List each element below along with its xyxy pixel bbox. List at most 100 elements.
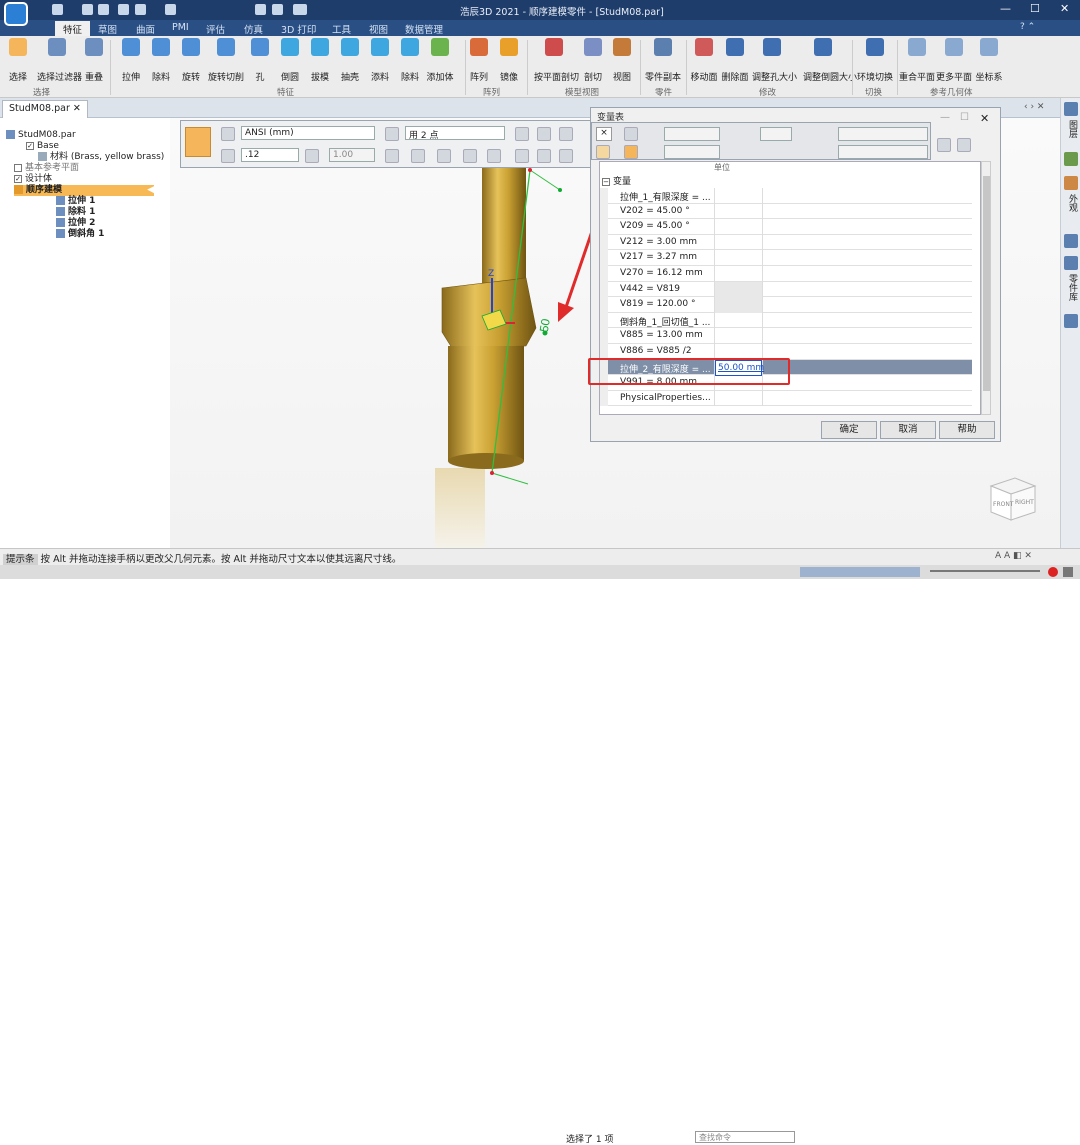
variable-value[interactable] (714, 250, 763, 266)
tree-item-base[interactable]: ✓ Base (26, 141, 59, 152)
view-cube[interactable]: FRONT RIGHT (985, 470, 1043, 526)
measure-mode-select[interactable]: 用 2 点 (405, 126, 505, 140)
dimension-handle[interactable] (528, 168, 532, 172)
tab-nav-icon[interactable]: ‹ › ✕ (1024, 102, 1044, 112)
variable-value[interactable] (714, 234, 763, 251)
value-field[interactable] (760, 127, 792, 141)
diameter-icon[interactable] (487, 149, 501, 163)
tree-item-design-body[interactable]: ✓ 设计体 (14, 174, 52, 185)
minimize-icon[interactable]: — (940, 112, 950, 123)
range-select[interactable] (664, 145, 720, 159)
tree-item-extrude-1[interactable]: 拉伸 1 (56, 196, 95, 207)
variable-icon[interactable] (596, 145, 610, 159)
ribbon-button[interactable]: 环境切换 (855, 38, 895, 83)
ribbon-button[interactable]: 重叠 (74, 38, 114, 83)
lock-icon[interactable] (221, 149, 235, 163)
collapse-icon[interactable]: − (602, 177, 610, 186)
measure-icon[interactable] (255, 4, 266, 15)
variable-value[interactable] (714, 281, 763, 298)
ribbon-button[interactable]: 镜像 (489, 38, 529, 83)
command-search-input[interactable]: 查找命令 (695, 1131, 795, 1143)
run-icon[interactable] (293, 4, 307, 15)
view-tools-icon[interactable] (800, 567, 920, 577)
pin-icon[interactable]: ◀ (147, 185, 154, 196)
chain-icon[interactable] (559, 149, 573, 163)
linear-icon[interactable] (437, 149, 451, 163)
dialog-close-button[interactable]: ✕ (980, 112, 989, 125)
checkbox[interactable]: ✓ (26, 141, 34, 150)
variable-row[interactable]: PhysicalProperties... (600, 390, 972, 407)
dimension-handle[interactable] (490, 471, 494, 475)
variable-row[interactable]: V209 = 45.00 ° (600, 219, 972, 235)
ribbon-button[interactable]: 视图 (602, 38, 642, 83)
variable-row[interactable]: V270 = 16.12 mm (600, 266, 972, 282)
variable-row[interactable]: V202 = 45.00 ° (600, 203, 972, 220)
settings-icon[interactable] (1064, 314, 1078, 328)
variable-value[interactable] (714, 203, 763, 220)
scrollbar[interactable] (981, 161, 991, 415)
tools-icon[interactable] (272, 4, 283, 15)
minimize-button[interactable]: — (1000, 2, 1011, 15)
tab-3d-print[interactable]: 3D 打印 (281, 22, 316, 36)
open-file-icon[interactable] (82, 4, 93, 15)
scale-select[interactable]: 1.00 (329, 148, 375, 162)
sidebar-tab-layers[interactable]: 图层 (1066, 120, 1079, 138)
new-file-icon[interactable] (52, 4, 63, 15)
app-logo-icon[interactable] (4, 2, 28, 26)
tree-root[interactable]: StudM08.par (6, 130, 76, 141)
print-icon[interactable] (118, 4, 129, 15)
tree-item-material[interactable]: 材料 (Brass, yellow brass) (38, 152, 164, 163)
help-button[interactable]: 帮助 (939, 421, 995, 439)
dimension-style-icon[interactable] (221, 127, 235, 141)
tree-item-extrude-2[interactable]: 拉伸 2 (56, 218, 95, 229)
maximize-button[interactable]: ☐ (1030, 2, 1040, 15)
help-icon[interactable]: ? ⌃ (1020, 22, 1035, 32)
tab-evaluate[interactable]: 评估 (206, 22, 225, 36)
horizontal-icon[interactable] (385, 149, 399, 163)
variable-row[interactable]: V819 = 120.00 ° (600, 297, 972, 313)
import-icon[interactable] (957, 138, 971, 152)
cancel-button[interactable]: 取消 (880, 421, 936, 439)
tree-item-cut-1[interactable]: 除料 1 (56, 207, 95, 218)
variable-row[interactable]: 倒斜角_1_回切值_1 ... (600, 312, 972, 329)
angle-icon[interactable] (411, 149, 425, 163)
ribbon-button[interactable]: 删除面 (715, 38, 755, 83)
two-point-icon[interactable] (385, 127, 399, 141)
sidebar-tab-parts-library[interactable]: 零件库 (1066, 274, 1079, 301)
ribbon-button[interactable]: 调整倒圆大小 (803, 38, 857, 83)
variable-value[interactable] (714, 390, 763, 407)
tab-tools[interactable]: 工具 (332, 22, 351, 36)
variable-value[interactable] (714, 328, 763, 344)
variable-row[interactable]: 拉伸_1_有限深度 = ... (600, 188, 972, 204)
table-icon[interactable] (624, 145, 638, 159)
undo-icon[interactable] (135, 4, 146, 15)
standard-select[interactable]: ANSI (mm) (241, 126, 375, 140)
maximize-icon[interactable]: ☐ (960, 112, 969, 123)
x-icon[interactable]: × (596, 127, 612, 141)
variable-value[interactable] (714, 297, 763, 313)
precision-select[interactable]: .12 (241, 148, 299, 162)
close-button[interactable]: ✕ (1060, 2, 1069, 15)
ribbon-button[interactable]: 旋转 (171, 38, 211, 83)
appearance-palette-icon[interactable] (1064, 176, 1078, 190)
ribbon-button[interactable]: 更多平面 (934, 38, 974, 83)
tab-data-management[interactable]: 数据管理 (405, 22, 443, 36)
unit-select[interactable] (838, 127, 928, 141)
rotate-icon[interactable] (537, 127, 551, 141)
variable-row[interactable]: V217 = 3.27 mm (600, 250, 972, 266)
checkbox[interactable] (14, 163, 22, 172)
save-icon[interactable] (98, 4, 109, 15)
variable-row[interactable]: V885 = 13.00 mm (600, 328, 972, 344)
param-select[interactable] (838, 145, 928, 159)
variable-value[interactable] (714, 266, 763, 282)
ribbon-button[interactable]: 零件副本 (643, 38, 683, 83)
appearance-icon[interactable] (1064, 152, 1078, 166)
variable-value[interactable] (714, 312, 763, 329)
variable-value[interactable] (714, 219, 763, 235)
layers-icon[interactable] (1064, 102, 1078, 116)
offset-icon[interactable] (537, 149, 551, 163)
ribbon-button[interactable]: 重合平面 (897, 38, 937, 83)
close-tab-icon[interactable]: ✕ (73, 103, 81, 114)
ok-button[interactable]: 确定 (821, 421, 877, 439)
prompt-controls-icon[interactable]: A A ◧ ✕ (995, 551, 1032, 561)
